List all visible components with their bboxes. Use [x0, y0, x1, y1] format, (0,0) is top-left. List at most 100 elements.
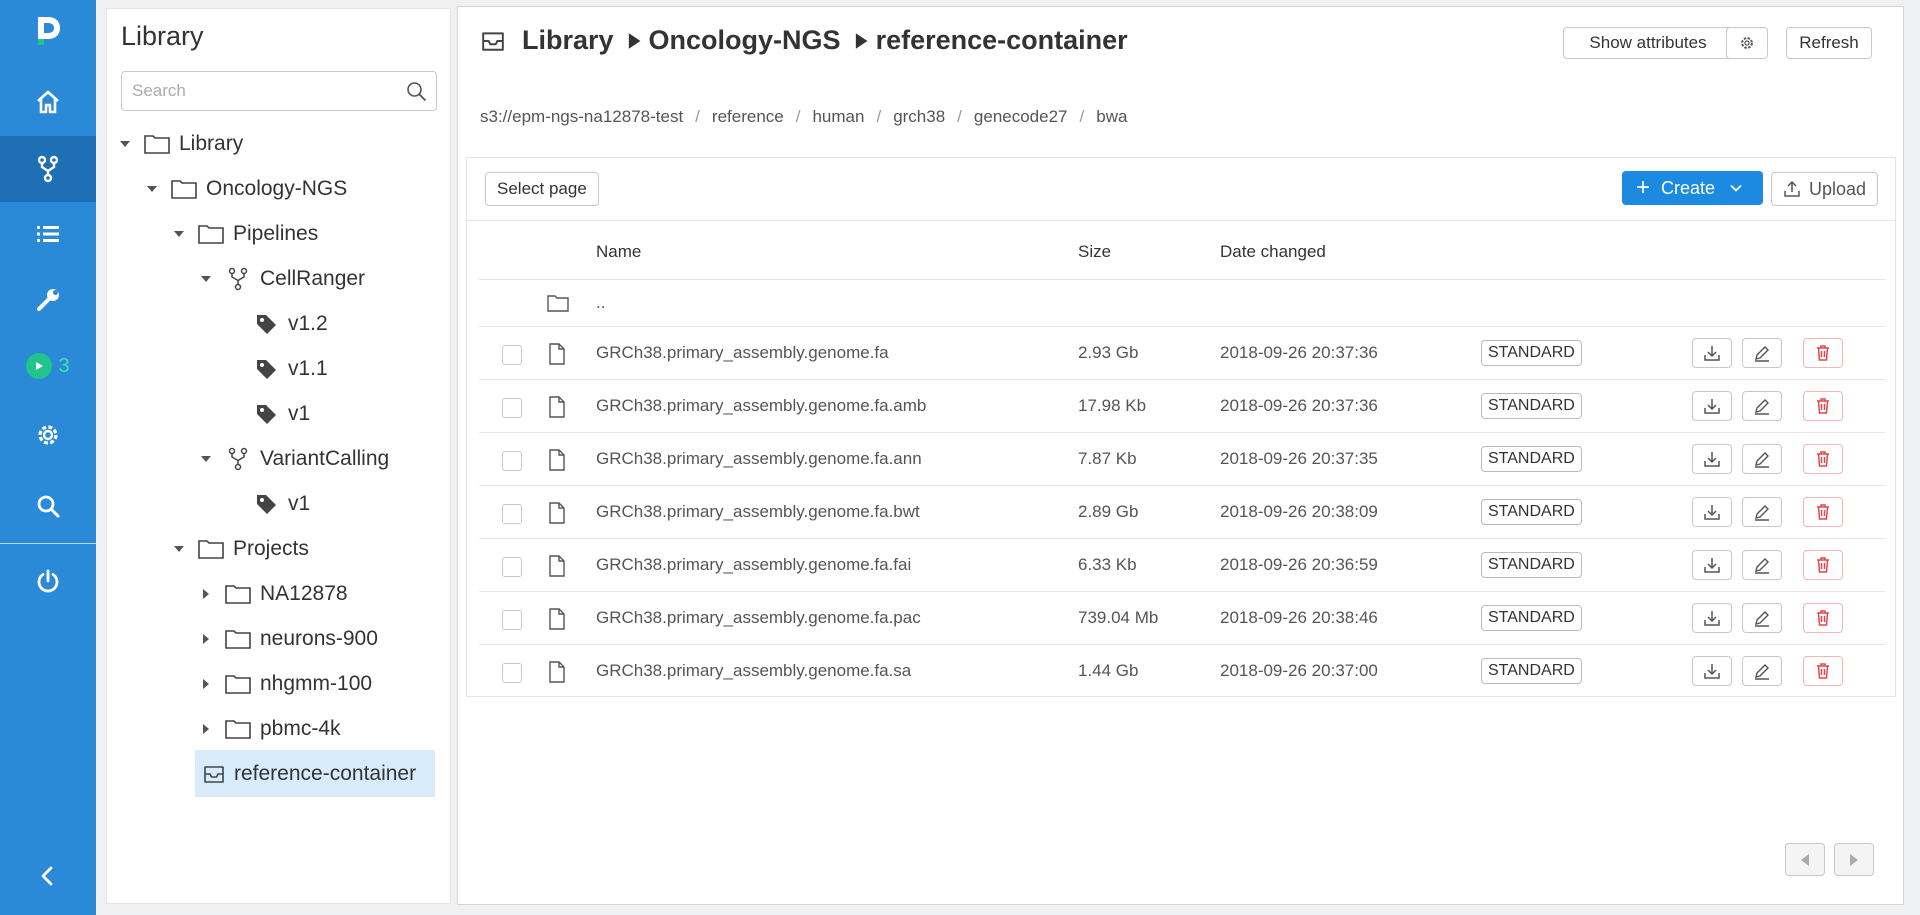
tree-item-neurons-900[interactable]: neurons-900	[198, 618, 378, 660]
column-header-name[interactable]: Name	[596, 242, 641, 262]
delete-button[interactable]	[1803, 391, 1843, 421]
file-name[interactable]: GRCh38.primary_assembly.genome.fa.pac	[596, 608, 921, 628]
search-icon[interactable]	[405, 80, 427, 102]
upload-button[interactable]: Upload	[1771, 172, 1878, 206]
breadcrumb-item[interactable]: Oncology-NGS	[649, 25, 841, 56]
file-name[interactable]: GRCh38.primary_assembly.genome.fa.sa	[596, 661, 911, 681]
tree-item-pbmc-4k[interactable]: pbmc-4k	[198, 708, 341, 750]
library-search-input[interactable]	[122, 72, 405, 110]
tree-item-variantcalling[interactable]: VariantCalling	[198, 438, 389, 480]
parent-folder-link[interactable]: ..	[596, 293, 605, 313]
download-button[interactable]	[1692, 550, 1732, 580]
delete-button[interactable]	[1803, 550, 1843, 580]
nav-home[interactable]	[0, 69, 96, 135]
show-attributes-button[interactable]: Show attributes	[1563, 27, 1733, 59]
edit-button[interactable]	[1742, 497, 1782, 527]
nav-runs-list[interactable]	[0, 201, 96, 267]
file-name[interactable]: GRCh38.primary_assembly.genome.fa.fai	[596, 555, 911, 575]
delete-button[interactable]	[1803, 603, 1843, 633]
next-page-button[interactable]	[1834, 843, 1874, 876]
file-name[interactable]: GRCh38.primary_assembly.genome.fa.ann	[596, 449, 922, 469]
column-header-date[interactable]: Date changed	[1220, 242, 1326, 262]
file-name[interactable]: GRCh38.primary_assembly.genome.fa.amb	[596, 396, 926, 416]
edit-button[interactable]	[1742, 338, 1782, 368]
tree-item-projects[interactable]: Projects	[171, 528, 309, 570]
tree-item-pipelines[interactable]: Pipelines	[171, 213, 318, 255]
tree-item-reference-container[interactable]: reference-container	[195, 750, 435, 797]
tree-item-version[interactable]: v1.2	[252, 303, 328, 345]
tree-item-na12878[interactable]: NA12878	[198, 573, 348, 615]
chevron-down-icon[interactable]	[1729, 181, 1743, 195]
download-button[interactable]	[1692, 338, 1732, 368]
row-checkbox[interactable]	[502, 345, 522, 365]
create-button[interactable]: + Create	[1622, 171, 1763, 205]
folder-icon	[170, 177, 198, 201]
delete-button[interactable]	[1803, 656, 1843, 686]
tree-item-version[interactable]: v1	[252, 483, 310, 525]
caret-down-icon[interactable]	[171, 226, 187, 242]
caret-right-icon[interactable]	[198, 676, 214, 692]
nav-pipelines[interactable]	[0, 136, 96, 202]
tree-item-library[interactable]: Library	[117, 123, 243, 165]
path-separator: /	[957, 107, 962, 126]
select-page-button[interactable]: Select page	[485, 172, 599, 206]
file-name[interactable]: GRCh38.primary_assembly.genome.fa	[596, 343, 889, 363]
path-segment[interactable]: grch38	[893, 107, 945, 127]
tree-item-oncology-ngs[interactable]: Oncology-NGS	[144, 168, 347, 210]
edit-button[interactable]	[1742, 391, 1782, 421]
nav-active-runs[interactable]: 3	[0, 333, 96, 399]
caret-right-icon[interactable]	[198, 721, 214, 737]
prev-page-button[interactable]	[1785, 843, 1825, 876]
caret-down-icon[interactable]	[144, 181, 160, 197]
file-size: 17.98 Kb	[1078, 396, 1147, 415]
tree-item-cellranger[interactable]: CellRanger	[198, 258, 365, 300]
download-button[interactable]	[1692, 444, 1732, 474]
edit-button[interactable]	[1742, 656, 1782, 686]
row-checkbox[interactable]	[502, 451, 522, 471]
row-checkbox[interactable]	[502, 557, 522, 577]
nav-logout[interactable]	[0, 548, 96, 614]
file-icon	[549, 449, 565, 471]
nav-settings[interactable]	[0, 402, 96, 468]
column-header-size[interactable]: Size	[1078, 242, 1111, 262]
edit-button[interactable]	[1742, 550, 1782, 580]
tree-item-label: Pipelines	[233, 222, 319, 245]
path-segment[interactable]: reference	[712, 107, 784, 127]
caret-right-icon[interactable]	[198, 586, 214, 602]
delete-button[interactable]	[1803, 444, 1843, 474]
delete-button[interactable]	[1803, 338, 1843, 368]
caret-down-icon[interactable]	[198, 271, 214, 287]
path-segment[interactable]: genecode27	[974, 107, 1068, 127]
tree-item-version[interactable]: v1.1	[252, 348, 328, 390]
caret-right-icon[interactable]	[198, 631, 214, 647]
nav-search[interactable]	[0, 473, 96, 539]
row-checkbox[interactable]	[502, 663, 522, 683]
download-button[interactable]	[1692, 656, 1732, 686]
path-separator: /	[876, 107, 882, 126]
edit-button[interactable]	[1742, 444, 1782, 474]
caret-left-icon	[1801, 853, 1809, 866]
file-name[interactable]: GRCh38.primary_assembly.genome.fa.bwt	[596, 502, 920, 522]
row-checkbox[interactable]	[502, 504, 522, 524]
storage-class-badge: STANDARD	[1481, 552, 1582, 578]
caret-down-icon[interactable]	[171, 541, 187, 557]
settings-button[interactable]	[1726, 27, 1768, 59]
caret-down-icon[interactable]	[117, 136, 133, 152]
path-segment[interactable]: human	[812, 107, 864, 127]
nav-tools[interactable]	[0, 267, 96, 333]
path-segment[interactable]: s3://epm-ngs-na12878-test	[480, 107, 683, 127]
edit-button[interactable]	[1742, 603, 1782, 633]
tree-item-version[interactable]: v1	[252, 393, 310, 435]
nav-collapse[interactable]	[0, 843, 96, 909]
refresh-button[interactable]: Refresh	[1786, 27, 1872, 59]
breadcrumb-item[interactable]: Library	[522, 25, 614, 56]
row-checkbox[interactable]	[502, 610, 522, 630]
download-button[interactable]	[1692, 603, 1732, 633]
download-button[interactable]	[1692, 497, 1732, 527]
download-button[interactable]	[1692, 391, 1732, 421]
table-row-parent[interactable]: ..	[479, 280, 1885, 327]
delete-button[interactable]	[1803, 497, 1843, 527]
row-checkbox[interactable]	[502, 398, 522, 418]
caret-down-icon[interactable]	[198, 451, 214, 467]
tree-item-nhgmm-100[interactable]: nhgmm-100	[198, 663, 372, 705]
